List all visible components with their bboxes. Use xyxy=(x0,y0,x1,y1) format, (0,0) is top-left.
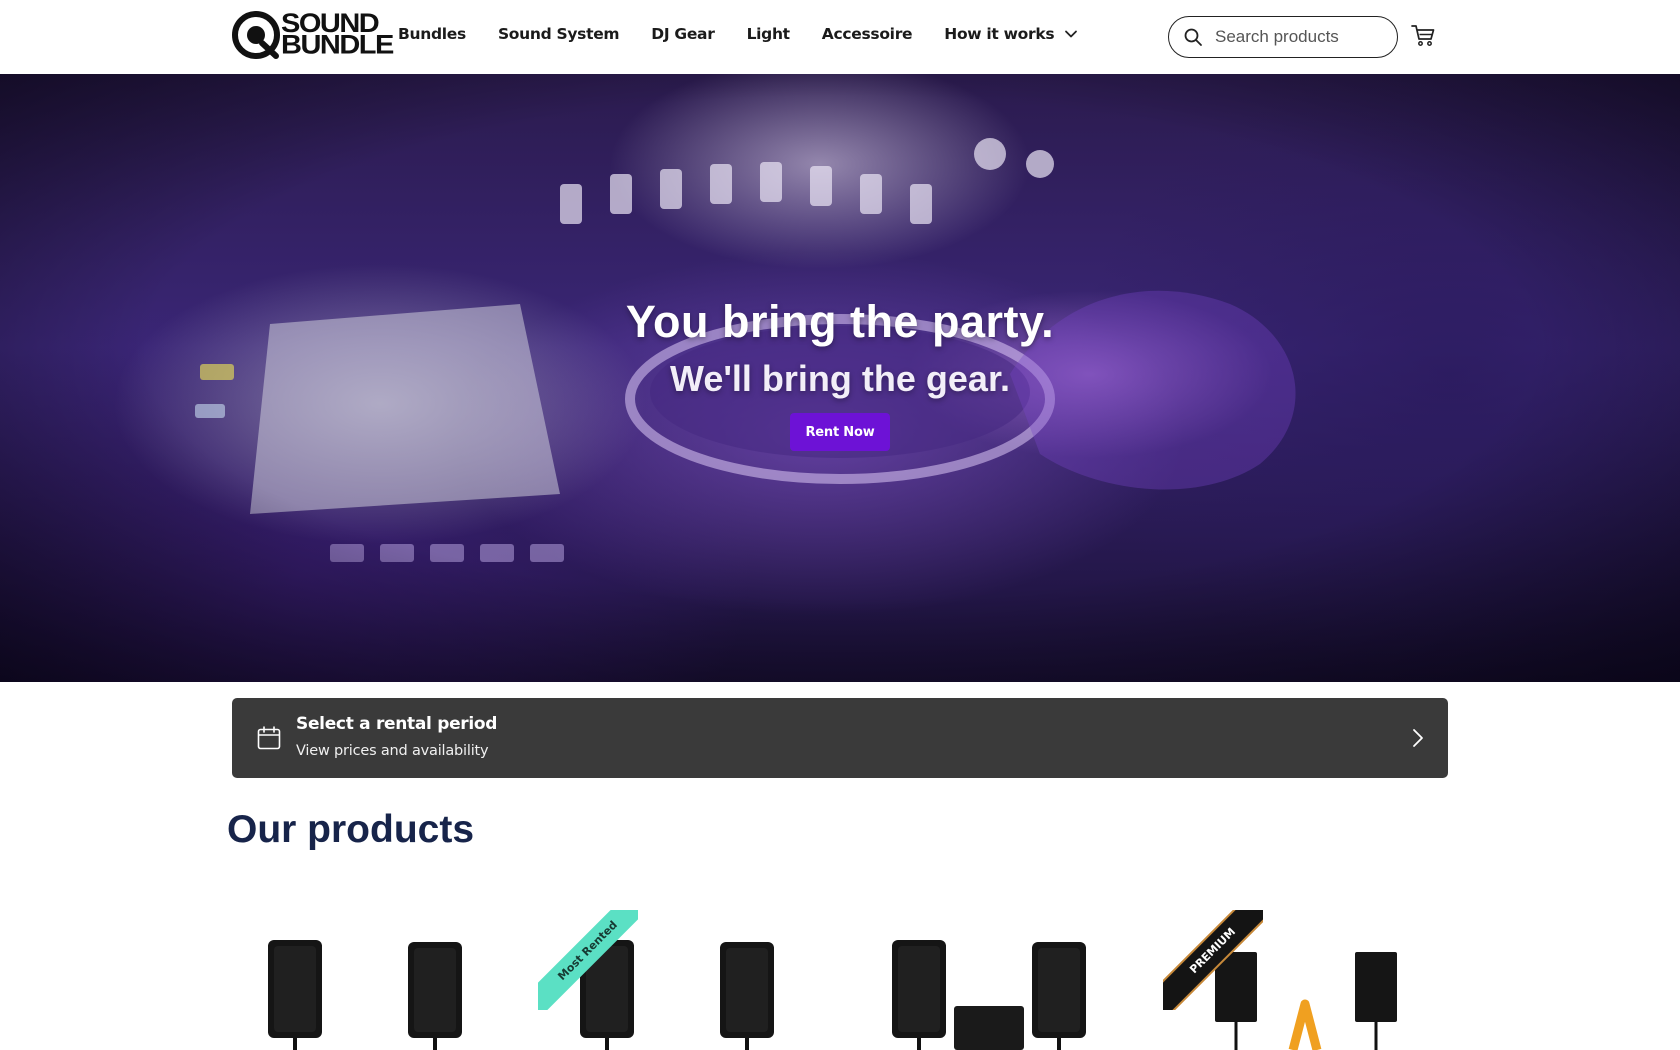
logo-q-icon xyxy=(232,11,280,59)
nav-label: Accessoire xyxy=(821,25,913,43)
hero-subtitle: We'll bring the gear. xyxy=(670,358,1010,399)
chevron-down-icon xyxy=(1065,30,1078,38)
product-image-speakers-with-subwoofer xyxy=(892,940,1086,1050)
nav-item-how-it-works[interactable]: How it works xyxy=(944,25,1078,43)
nav-label: Light xyxy=(746,25,791,43)
main-nav: Bundles Sound System DJ Gear Light Acces… xyxy=(398,25,1110,43)
nav-item-dj-gear[interactable]: DJ Gear xyxy=(651,25,715,43)
product-card[interactable]: Most Rented xyxy=(538,910,838,1050)
nav-label: Sound System xyxy=(497,25,620,43)
nav-item-bundles[interactable]: Bundles xyxy=(398,25,466,43)
product-image-speaker-pair xyxy=(580,940,774,1050)
brand-logo[interactable]: SOUND BUNDLE xyxy=(232,10,394,60)
product-card[interactable] xyxy=(232,910,532,1050)
rental-period-selector[interactable]: Select a rental period View prices and a… xyxy=(232,698,1448,778)
nav-item-light[interactable]: Light xyxy=(746,25,791,43)
site-header: SOUND BUNDLE Bundles Sound System DJ Gea… xyxy=(0,0,1680,74)
hero-text-block: You bring the party. We'll bring the gea… xyxy=(0,296,1680,400)
hero-title: You bring the party. xyxy=(625,296,1055,347)
nav-label: Bundles xyxy=(398,25,466,43)
nav-item-sound-system[interactable]: Sound System xyxy=(497,25,620,43)
search-icon xyxy=(1184,28,1202,46)
product-image-speaker-pair xyxy=(268,940,462,1050)
chevron-right-icon xyxy=(1413,729,1423,747)
product-image-premium-speakers xyxy=(1215,952,1397,1050)
logo-wordmark: SOUND BUNDLE xyxy=(281,11,394,60)
cart-icon[interactable] xyxy=(1410,22,1436,48)
rental-subtitle: View prices and availability xyxy=(296,743,489,759)
rental-title: Select a rental period xyxy=(296,714,498,734)
product-card[interactable]: PREMIUM xyxy=(1163,910,1463,1050)
products-heading: Our products xyxy=(227,808,475,851)
nav-label: How it works xyxy=(944,25,1055,43)
nav-label: DJ Gear xyxy=(651,25,715,43)
hero-banner: You bring the party. We'll bring the gea… xyxy=(0,74,1680,682)
rent-now-button[interactable]: Rent Now xyxy=(790,413,890,451)
search-box[interactable] xyxy=(1168,16,1398,58)
search-input[interactable] xyxy=(1215,27,1385,47)
nav-item-accessoire[interactable]: Accessoire xyxy=(821,25,913,43)
calendar-icon xyxy=(257,726,281,750)
logo-line-2: BUNDLE xyxy=(281,30,394,60)
product-card[interactable] xyxy=(858,910,1158,1050)
